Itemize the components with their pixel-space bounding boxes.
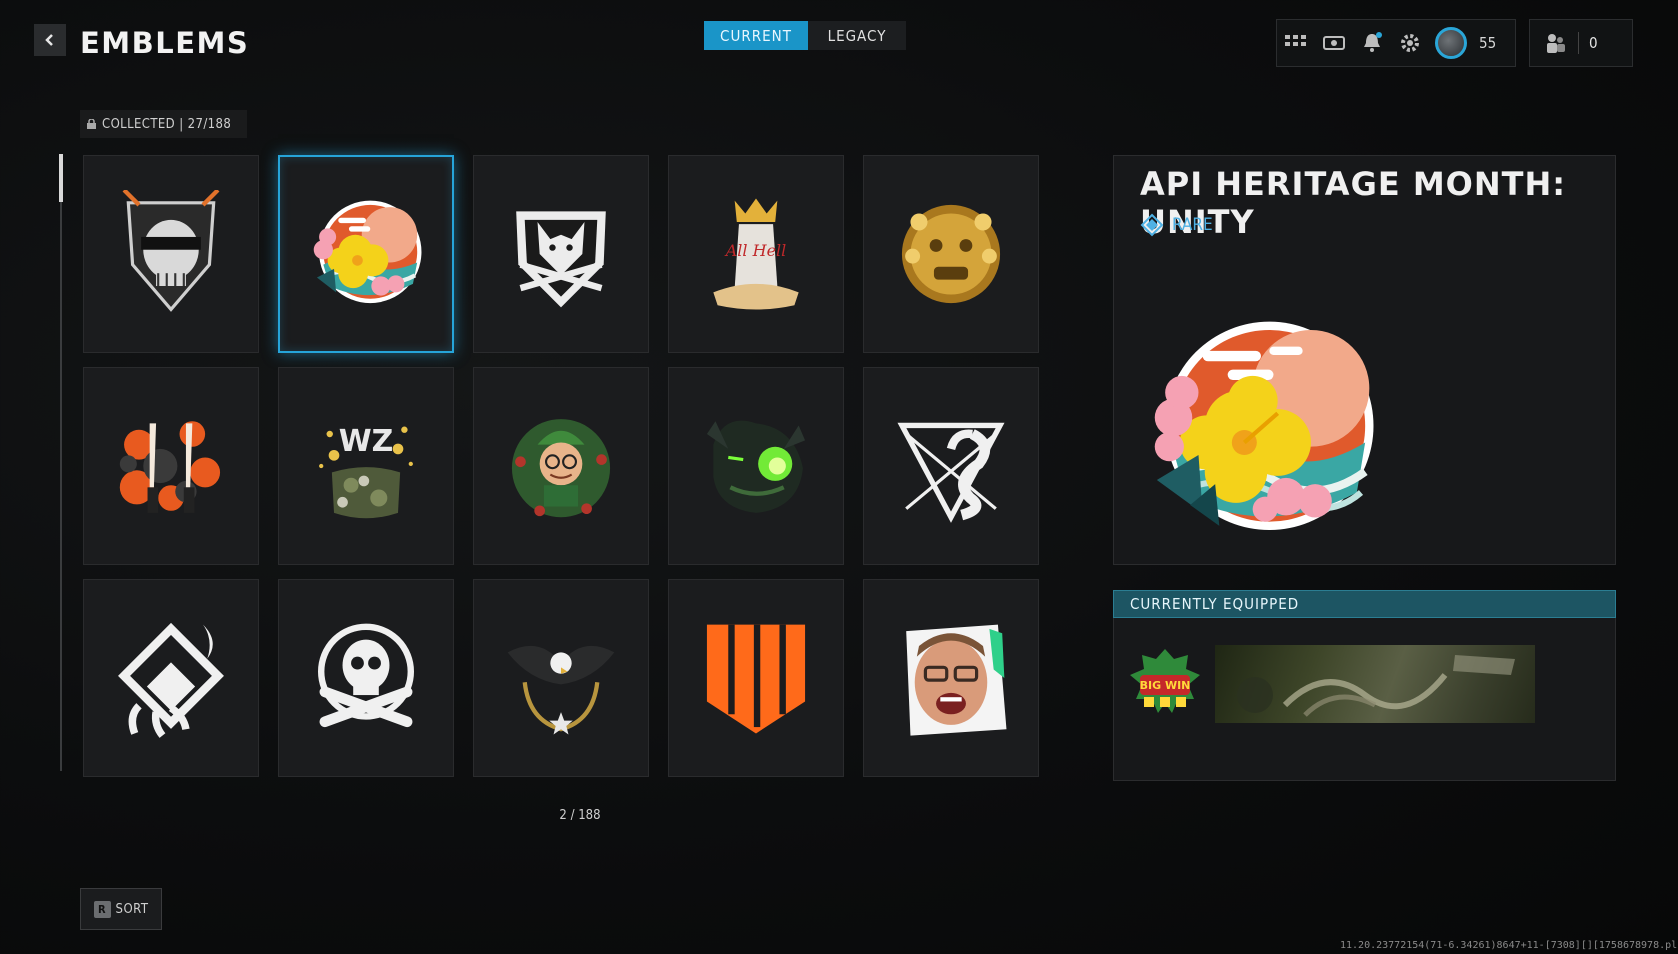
collected-counter: COLLECTED | 27/188 <box>80 110 247 138</box>
emblem-title: API HERITAGE MONTH: UNITY <box>1140 165 1567 241</box>
rarity-text: RARE <box>1172 215 1213 235</box>
player-avatar[interactable] <box>1435 27 1467 59</box>
emblem-tile[interactable] <box>668 367 844 565</box>
tab-legacy[interactable]: LEGACY <box>808 21 906 50</box>
green-dragon-emblem-icon <box>706 420 806 513</box>
emblem-tile[interactable] <box>473 579 649 777</box>
notifications-button[interactable] <box>1353 20 1391 66</box>
selected-emblem-preview <box>1136 305 1386 555</box>
emblem-tile[interactable] <box>83 155 259 353</box>
svg-text:WZ: WZ <box>339 424 394 459</box>
rarity-label: RARE <box>1140 213 1213 237</box>
emblem-tile[interactable] <box>863 579 1039 777</box>
settings-gear-icon <box>1401 34 1419 52</box>
emblem-tile[interactable] <box>473 367 649 565</box>
equipped-emblem: BIG WIN <box>1122 645 1208 725</box>
scrollbar-track[interactable] <box>60 154 62 771</box>
golden-lion-emblem-icon <box>901 204 1001 304</box>
currently-equipped-header: CURRENTLY EQUIPPED <box>1113 590 1616 618</box>
friends-button[interactable]: 0 <box>1529 19 1633 67</box>
tab-bar: CURRENT LEGACY <box>704 21 906 50</box>
api-heritage-flower-emblem-icon <box>313 200 422 304</box>
friends-icon <box>1547 34 1565 53</box>
svg-text:All Hell: All Hell <box>724 241 787 260</box>
eagle-laurel-emblem-icon <box>507 645 615 735</box>
settings-button[interactable] <box>1391 20 1429 66</box>
skull-bullets-emblem-icon <box>318 623 414 728</box>
equipped-emblem-text: BIG WIN <box>1140 679 1191 692</box>
skull-shield-emblem-icon <box>122 190 220 312</box>
emblem-tile[interactable] <box>668 579 844 777</box>
emblem-tile[interactable] <box>83 367 259 565</box>
lock-icon <box>87 119 96 129</box>
flaming-knives-emblem-icon <box>119 421 221 513</box>
equipped-calling-card <box>1215 645 1535 723</box>
notification-bell-icon <box>1364 32 1382 52</box>
page-title: EMBLEMS <box>80 26 250 60</box>
collected-text: COLLECTED | 27/188 <box>102 116 232 132</box>
rarity-diamond-icon <box>1140 213 1164 237</box>
chevron-left-icon <box>45 34 53 46</box>
currency-button[interactable] <box>1315 20 1353 66</box>
festive-elf-emblem-icon <box>511 419 611 518</box>
divider <box>1578 32 1579 54</box>
emblem-grid: All Hell WZ <box>83 155 1039 777</box>
build-info-text: 11.20.23772154(71-6.34261)8647+11-[7308]… <box>1340 940 1678 951</box>
wz-camo-emblem-icon: WZ <box>319 424 413 519</box>
emblem-tile[interactable] <box>83 579 259 777</box>
tab-current[interactable]: CURRENT <box>704 21 808 50</box>
api-heritage-flower-large-icon <box>1154 321 1374 530</box>
player-level: 55 <box>1479 34 1497 52</box>
laughing-man-sticker-emblem-icon <box>906 624 1007 736</box>
big-win-emblem-icon: BIG WIN <box>1130 649 1200 713</box>
black-ops-4-emblem-icon <box>706 624 806 734</box>
grid-menu-button[interactable] <box>1277 20 1315 66</box>
top-status-bar: 55 <box>1276 19 1516 67</box>
sort-button[interactable]: R SORT <box>80 888 162 930</box>
emblem-tile[interactable] <box>863 155 1039 353</box>
wolf-crest-emblem-icon <box>516 211 606 308</box>
emblem-tile[interactable]: WZ <box>278 367 454 565</box>
emblem-tile[interactable] <box>278 579 454 777</box>
scrollbar-thumb[interactable] <box>59 154 63 202</box>
serpent-triangle-emblem-icon <box>897 422 1005 523</box>
back-button[interactable] <box>34 24 66 56</box>
emblem-tile[interactable] <box>473 155 649 353</box>
currency-icon <box>1323 36 1345 50</box>
grid-menu-icon <box>1285 35 1306 46</box>
sort-key-prompt: R <box>93 900 111 918</box>
friends-count: 0 <box>1589 34 1598 52</box>
sort-label: SORT <box>115 901 149 917</box>
emblem-tile-selected[interactable] <box>278 155 454 353</box>
calling-card-art <box>1237 655 1515 717</box>
crowned-fist-emblem-icon: All Hell <box>713 198 799 310</box>
claw-diamond-emblem-icon <box>118 622 224 738</box>
pagination-indicator: 2 / 188 <box>559 808 601 823</box>
emblem-tile[interactable] <box>863 367 1039 565</box>
emblem-tile[interactable]: All Hell <box>668 155 844 353</box>
